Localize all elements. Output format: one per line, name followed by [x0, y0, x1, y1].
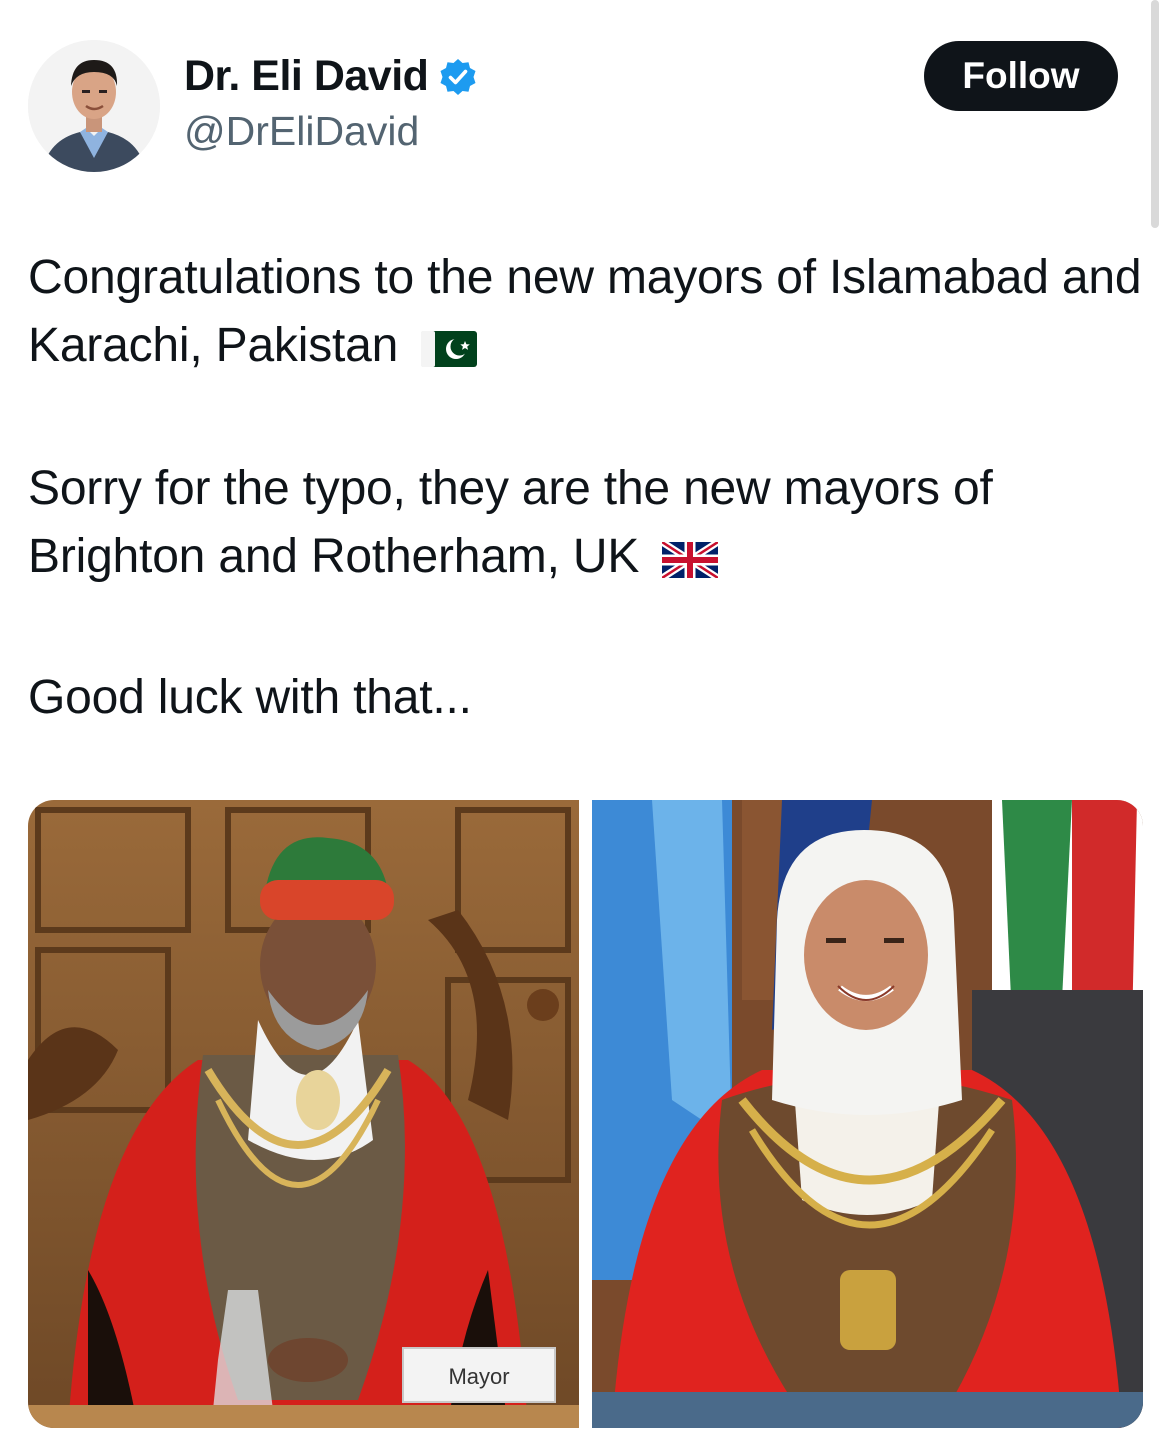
follow-button[interactable]: Follow — [924, 41, 1118, 111]
photo-1[interactable]: Mayor — [28, 800, 579, 1428]
tweet: Dr. Eli David @DrEliDavid Follow Congrat… — [0, 0, 1170, 1437]
nameplate-text: Mayor — [448, 1364, 509, 1389]
verified-badge-icon — [438, 57, 478, 97]
author-name-row[interactable]: Dr. Eli David — [184, 52, 478, 101]
tweet-text-paragraph-1: Congratulations to the new mayors of Isl… — [28, 244, 1148, 386]
photo-2[interactable] — [592, 800, 1143, 1428]
author-handle[interactable]: @DrEliDavid — [184, 108, 419, 155]
tweet-text-paragraph-3: Good luck with that... — [28, 671, 472, 724]
media-grid: Mayor — [28, 800, 1143, 1428]
tweet-text-1: Congratulations to the new mayors of Isl… — [28, 251, 1142, 372]
pakistan-flag-icon — [421, 318, 478, 386]
tweet-text-2: Sorry for the typo, they are the new may… — [28, 462, 993, 583]
avatar[interactable] — [28, 40, 160, 172]
tweet-text-paragraph-2: Sorry for the typo, they are the new may… — [28, 455, 1148, 597]
scrollbar[interactable] — [1151, 0, 1159, 228]
uk-flag-icon — [660, 529, 721, 597]
author-name[interactable]: Dr. Eli David — [184, 52, 429, 101]
